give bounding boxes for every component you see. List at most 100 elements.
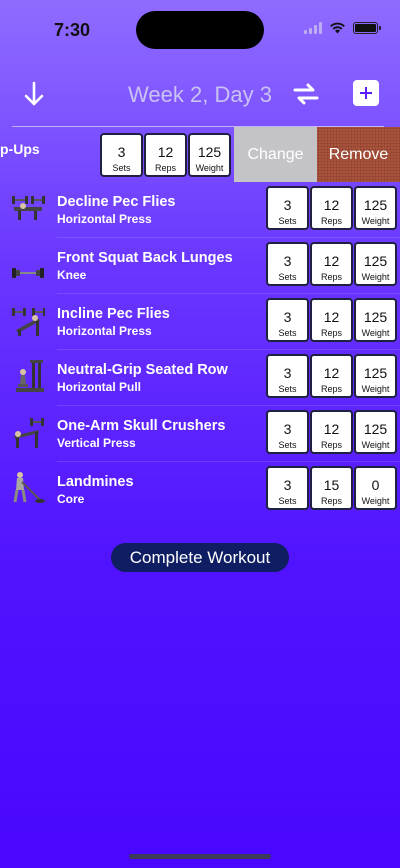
change-button[interactable]: Change: [234, 127, 317, 182]
stat-value: 12: [323, 253, 340, 269]
dumbbell-bench-icon: [14, 418, 44, 448]
stat-label: Reps: [320, 384, 342, 394]
sets-field[interactable]: 3 Sets: [266, 354, 309, 398]
stat-value: 3: [283, 309, 292, 325]
stat-value: 12: [323, 421, 340, 437]
weight-field[interactable]: 125 Weight: [354, 410, 397, 454]
stat-value: 12: [323, 365, 340, 381]
stat-value: 125: [197, 144, 222, 160]
stat-value: 3: [283, 197, 292, 213]
exercise-category: Horizontal Pull: [57, 380, 141, 394]
stat-group: 3 Sets 12 Reps 125 Weight: [266, 354, 397, 398]
reps-field[interactable]: 12 Reps: [310, 298, 353, 342]
exercise-row[interactable]: Neutral-Grip Seated Row Horizontal Pull …: [0, 350, 400, 406]
reps-field[interactable]: 12 Reps: [310, 186, 353, 230]
swap-icon[interactable]: [292, 82, 320, 106]
stat-label: Sets: [278, 496, 297, 506]
dynamic-island: [136, 11, 264, 49]
exercise-name: p-Ups: [0, 141, 40, 157]
stat-group: 3 Sets 12 Reps 125 Weight: [266, 410, 397, 454]
stat-label: Sets: [278, 272, 297, 282]
stat-label: Sets: [112, 163, 131, 173]
dumbbell-icon: [12, 268, 44, 278]
reps-field[interactable]: 12 Reps: [310, 242, 353, 286]
stat-value: 0: [371, 477, 380, 493]
stat-value: 12: [157, 144, 174, 160]
stat-value: 12: [323, 197, 340, 213]
weight-field[interactable]: 125 Weight: [354, 354, 397, 398]
stat-label: Weight: [361, 440, 390, 450]
stat-value: 3: [283, 253, 292, 269]
reps-field[interactable]: 15 Reps: [310, 466, 353, 510]
stat-label: Weight: [361, 384, 390, 394]
nav-bar: Week 2, Day 3: [0, 72, 400, 116]
stat-label: Weight: [361, 216, 390, 226]
exercise-name: Neutral-Grip Seated Row: [57, 362, 228, 378]
status-icons: [304, 22, 381, 34]
stat-label: Sets: [278, 328, 297, 338]
weight-field[interactable]: 125 Weight: [354, 186, 397, 230]
home-indicator[interactable]: [129, 854, 271, 859]
stat-group: 3 Sets 12 Reps 125 Weight: [100, 133, 231, 177]
stat-label: Sets: [278, 216, 297, 226]
exercise-row[interactable]: Front Squat Back Lunges Knee 3 Sets 12 Rep…: [0, 238, 400, 294]
battery-icon: [353, 22, 381, 34]
exercise-category: Horizontal Press: [57, 212, 152, 226]
exercise-row[interactable]: Decline Pec Flies Horizontal Press 3 Sets…: [0, 182, 400, 238]
stat-value: 125: [363, 309, 388, 325]
weight-field[interactable]: 125 Weight: [354, 242, 397, 286]
exercise-name: Incline Pec Flies: [57, 306, 170, 322]
exercise-category: Vertical Press: [57, 436, 136, 450]
exercise-name: One-Arm Skull Crushers: [57, 418, 226, 434]
exercise-row[interactable]: Landmines Core 3 Sets 15 Reps 0 Weight: [0, 462, 400, 518]
complete-workout-button[interactable]: Complete Workout: [111, 543, 289, 572]
remove-button[interactable]: Remove: [317, 127, 400, 182]
stat-value: 12: [323, 309, 340, 325]
sets-field[interactable]: 3 Sets: [266, 242, 309, 286]
swiped-exercise-row[interactable]: p-Ups 3 Sets 12 Reps 125 Weight Change R…: [0, 127, 400, 182]
exercise-name: Front Squat Back Lunges: [57, 250, 233, 266]
sets-field[interactable]: 3 Sets: [266, 186, 309, 230]
stat-value: 3: [283, 365, 292, 381]
battery-level: [355, 24, 376, 32]
stat-label: Reps: [320, 328, 342, 338]
weight-field[interactable]: 125 Weight: [188, 133, 231, 177]
stat-label: Weight: [361, 496, 390, 506]
status-time: 7:30: [54, 20, 91, 40]
reps-field[interactable]: 12 Reps: [310, 410, 353, 454]
weight-field[interactable]: 0 Weight: [354, 466, 397, 510]
stat-label: Weight: [361, 272, 390, 282]
stat-value: 125: [363, 197, 388, 213]
sets-field[interactable]: 3 Sets: [266, 298, 309, 342]
stat-value: 125: [363, 253, 388, 269]
exercise-category: Core: [57, 492, 85, 506]
reps-field[interactable]: 12 Reps: [310, 354, 353, 398]
stat-label: Reps: [320, 496, 342, 506]
page-title: Week 2, Day 3: [128, 82, 272, 107]
weight-field[interactable]: 125 Weight: [354, 298, 397, 342]
reps-field[interactable]: 12 Reps: [144, 133, 187, 177]
stat-label: Weight: [361, 328, 390, 338]
stat-value: 125: [363, 421, 388, 437]
incline-bench-icon: [12, 308, 45, 336]
exercise-category: Knee: [57, 268, 87, 282]
exercise-row[interactable]: One-Arm Skull Crushers Vertical Press 3 S…: [0, 406, 400, 462]
stat-value: 3: [283, 477, 292, 493]
stat-label: Sets: [278, 440, 297, 450]
exercise-row[interactable]: Incline Pec Flies Horizontal Press 3 Sets…: [0, 294, 400, 350]
wifi-icon: [330, 22, 345, 34]
stat-label: Reps: [320, 272, 342, 282]
stat-value: 3: [117, 144, 126, 160]
sets-field[interactable]: 3 Sets: [100, 133, 143, 177]
add-exercise-button[interactable]: [353, 80, 379, 106]
sets-field[interactable]: 3 Sets: [266, 466, 309, 510]
exercise-name: Landmines: [57, 474, 134, 490]
sets-field[interactable]: 3 Sets: [266, 410, 309, 454]
status-bar: 7:30: [0, 0, 400, 58]
stat-group: 3 Sets 12 Reps 125 Weight: [266, 186, 397, 230]
stat-label: Weight: [195, 163, 224, 173]
stat-group: 3 Sets 12 Reps 125 Weight: [266, 242, 397, 286]
stat-value: 3: [283, 421, 292, 437]
stat-group: 3 Sets 15 Reps 0 Weight: [266, 466, 397, 510]
stat-label: Reps: [320, 216, 342, 226]
